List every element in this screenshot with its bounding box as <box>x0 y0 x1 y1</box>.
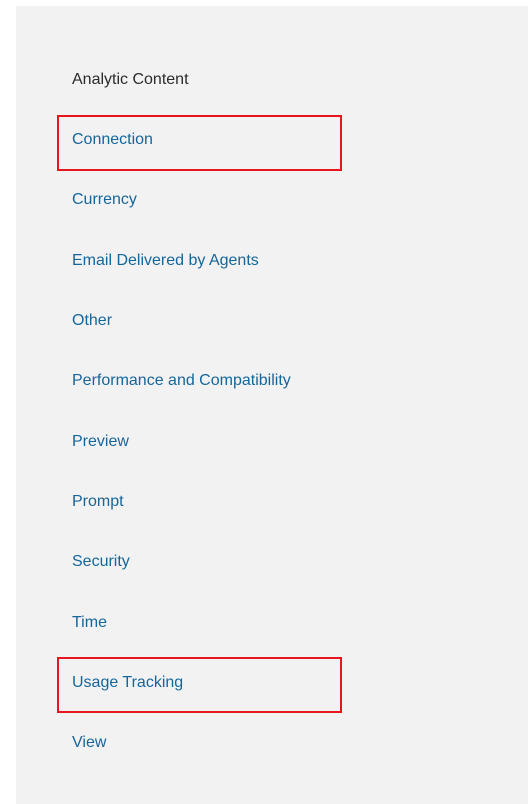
settings-category-panel: Analytic Content Connection Currency Ema… <box>16 6 528 804</box>
category-link-time[interactable]: Time <box>72 613 107 633</box>
category-link-usage-tracking[interactable]: Usage Tracking <box>72 673 183 693</box>
category-link-preview[interactable]: Preview <box>72 432 129 452</box>
category-link-security[interactable]: Security <box>72 552 130 572</box>
category-link-performance-and-compatibility[interactable]: Performance and Compatibility <box>72 371 291 391</box>
category-link-email-delivered-by-agents[interactable]: Email Delivered by Agents <box>72 251 259 271</box>
category-link-currency[interactable]: Currency <box>72 190 137 210</box>
category-link-prompt[interactable]: Prompt <box>72 492 124 512</box>
category-link-other[interactable]: Other <box>72 311 112 331</box>
category-link-connection[interactable]: Connection <box>72 130 153 150</box>
category-heading-analytic-content: Analytic Content <box>72 71 189 88</box>
category-link-view[interactable]: View <box>72 733 106 753</box>
